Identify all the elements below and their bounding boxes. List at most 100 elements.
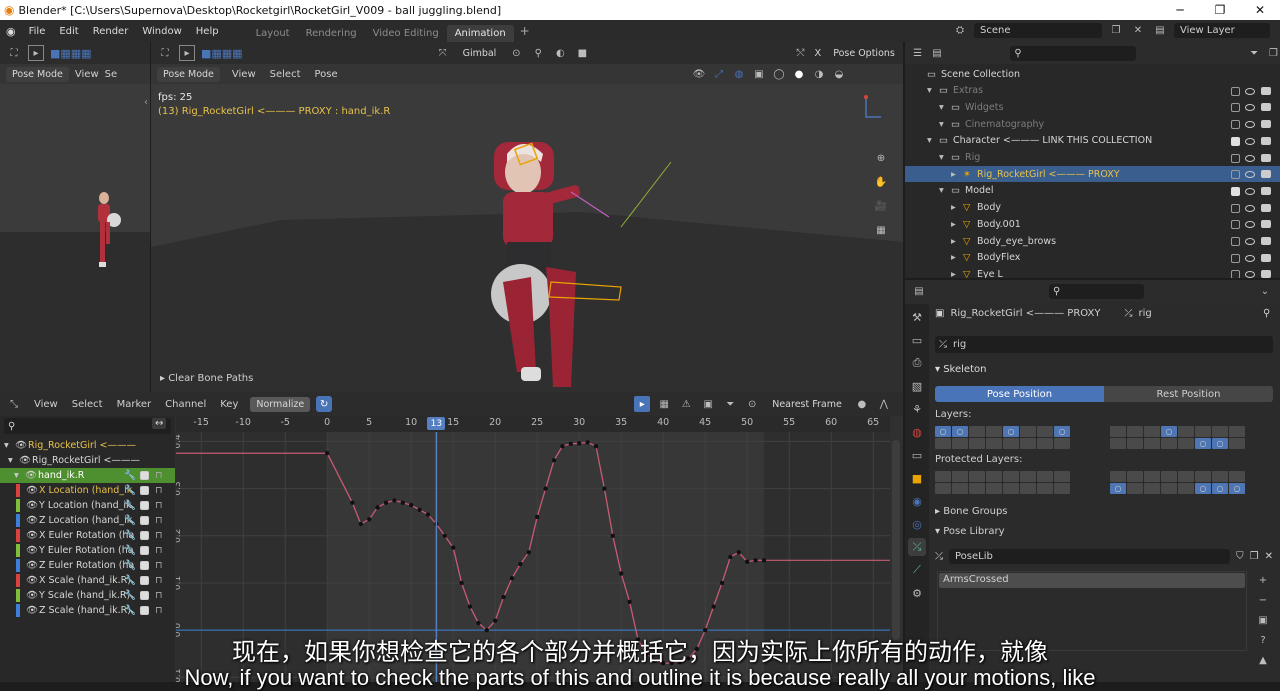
- armature-name-field[interactable]: ⤰ rig: [935, 336, 1273, 353]
- layer-cell[interactable]: [969, 483, 985, 494]
- visibility-eye-icon[interactable]: [1245, 238, 1255, 245]
- render-camera-icon[interactable]: [1261, 270, 1271, 278]
- layer-cell[interactable]: [1161, 483, 1177, 494]
- layer-cell[interactable]: ○: [1054, 426, 1070, 437]
- poselib-field[interactable]: PoseLib: [949, 549, 1231, 564]
- render-camera-icon[interactable]: [1261, 186, 1271, 195]
- lock-icon[interactable]: ⊓: [155, 590, 162, 601]
- expand-arrow-icon[interactable]: ▾: [927, 85, 932, 96]
- keyframe-point[interactable]: [619, 571, 624, 576]
- keyframe-point[interactable]: [476, 620, 481, 626]
- layer-cell[interactable]: ○: [1195, 483, 1211, 494]
- layer-cell[interactable]: [952, 471, 968, 482]
- minimize-button[interactable]: ─: [1160, 0, 1200, 20]
- layer-cell[interactable]: [986, 426, 1002, 437]
- layer-cell[interactable]: [1229, 438, 1245, 449]
- pan-hand-icon[interactable]: ✋: [873, 174, 889, 190]
- tab-rendering[interactable]: Rendering: [298, 25, 365, 42]
- outliner-item[interactable]: ▸ ▽ Body_eye_brows: [905, 233, 1280, 249]
- fake-user-shield-icon[interactable]: ⛉: [1236, 551, 1244, 562]
- camera-view-icon[interactable]: 🎥: [873, 198, 889, 214]
- layer-cell[interactable]: [1003, 471, 1019, 482]
- mute-checkbox[interactable]: [140, 591, 149, 600]
- layer-cell[interactable]: [1144, 483, 1160, 494]
- pose-position-button[interactable]: Pose Position: [935, 386, 1104, 402]
- keyframe-point[interactable]: [551, 458, 557, 463]
- layer-cell[interactable]: [1212, 471, 1228, 482]
- outliner-item[interactable]: ▸ ▽ Body.001: [905, 216, 1280, 232]
- exclude-checkbox[interactable]: [1231, 120, 1240, 130]
- visibility-eye-icon[interactable]: [1245, 187, 1255, 195]
- mute-checkbox[interactable]: [140, 516, 149, 525]
- layer-cell[interactable]: [1110, 426, 1126, 437]
- camera-view-menu[interactable]: View: [75, 69, 99, 80]
- keyframe-point[interactable]: [577, 441, 582, 446]
- filter-icon[interactable]: ⏷: [1247, 45, 1260, 61]
- channel-row[interactable]: ▾ 👁Rig_RocketGirl <——— PRO: [0, 438, 175, 453]
- layer-cell[interactable]: ○: [1212, 483, 1228, 494]
- expand-arrow-icon[interactable]: ▸: [951, 202, 956, 213]
- modifier-wrench-icon[interactable]: 🔧: [124, 515, 136, 526]
- layer-cell[interactable]: [1212, 426, 1228, 437]
- box-select-icon[interactable]: ▦: [656, 396, 672, 412]
- pivot-icon[interactable]: ⊙: [744, 396, 760, 412]
- exclude-checkbox[interactable]: [1231, 170, 1240, 180]
- keyframe-point[interactable]: [761, 558, 767, 563]
- channel-row[interactable]: 👁 X Euler Rotation (ha 🔧 ⊓: [0, 528, 175, 543]
- modifier-wrench-icon[interactable]: 🔧: [124, 560, 136, 571]
- layer-cell[interactable]: [1127, 471, 1143, 482]
- tool-tab-icon[interactable]: ⚒: [908, 308, 926, 326]
- keyframe-point[interactable]: [400, 500, 405, 505]
- view-layer-field[interactable]: View Layer: [1174, 22, 1270, 38]
- layer-cell[interactable]: [986, 471, 1002, 482]
- visibility-eye-icon[interactable]: 👁: [26, 590, 38, 601]
- layer-cell[interactable]: ○: [1161, 426, 1177, 437]
- new-collection-icon[interactable]: ❐: [1267, 45, 1280, 61]
- keyframe-point[interactable]: [518, 561, 523, 567]
- scene-icon[interactable]: ⛭: [952, 22, 968, 38]
- keyframe-point[interactable]: [451, 545, 456, 550]
- disclosure-triangle-icon[interactable]: ▾: [8, 455, 13, 466]
- keyframe-point[interactable]: [375, 505, 380, 510]
- blender-menu-icon[interactable]: ◉: [0, 25, 22, 38]
- keyframe-point[interactable]: [535, 514, 540, 520]
- visibility-eye-icon[interactable]: 👁: [25, 470, 37, 481]
- editor-type-icon[interactable]: ⤡: [6, 396, 22, 412]
- layer-cell[interactable]: [1127, 483, 1143, 494]
- layer-cell[interactable]: [1178, 438, 1194, 449]
- keyframe-point[interactable]: [325, 451, 330, 456]
- visibility-eye-icon[interactable]: [1245, 154, 1255, 162]
- channel-row[interactable]: 👁 Z Euler Rotation (ha 🔧 ⊓: [0, 558, 175, 573]
- keyframe-point[interactable]: [728, 554, 733, 560]
- keyframe-point[interactable]: [627, 599, 632, 605]
- view-layer-icon[interactable]: ▤: [1152, 22, 1168, 38]
- new-view-layer-icon[interactable]: ❐: [1276, 22, 1280, 38]
- layer-cell[interactable]: [1178, 483, 1194, 494]
- layer-cell[interactable]: [952, 438, 968, 449]
- normalize-toggle[interactable]: Normalize: [250, 396, 311, 412]
- layer-cell[interactable]: [1037, 426, 1053, 437]
- chevron-down-icon[interactable]: ⌄: [1257, 283, 1273, 299]
- camera-select-menu[interactable]: Se: [105, 69, 118, 80]
- keyframe-point[interactable]: [585, 440, 590, 445]
- modifier-wrench-icon[interactable]: 🔧: [124, 575, 136, 586]
- visibility-eye-icon[interactable]: 👁: [26, 575, 38, 586]
- apply-pose-icon[interactable]: ▣: [1255, 612, 1271, 628]
- layer-cell[interactable]: [1127, 438, 1143, 449]
- layer-cell[interactable]: [1161, 438, 1177, 449]
- render-camera-icon[interactable]: [1261, 220, 1271, 229]
- layer-cell[interactable]: [1020, 471, 1036, 482]
- new-scene-icon[interactable]: ❐: [1108, 22, 1124, 38]
- lock-icon[interactable]: ⊓: [155, 575, 162, 586]
- render-camera-icon[interactable]: [1261, 136, 1271, 145]
- lock-icon[interactable]: ⊓: [155, 500, 162, 511]
- expand-arrow-icon[interactable]: ▸: [951, 252, 956, 263]
- layer-cell[interactable]: [1144, 438, 1160, 449]
- visibility-eye-icon[interactable]: [1245, 121, 1255, 129]
- channel-row[interactable]: ▾ 👁Rig_RocketGirl <——— PROXYAc: [0, 453, 175, 468]
- layer-cell[interactable]: [1037, 471, 1053, 482]
- frame-ruler[interactable]: -15 -10 -5 0 5 10 1315 20 25 30 35 40 45 50 55 60 65: [176, 416, 890, 432]
- channel-row[interactable]: 👁 Y Location (hand_ik 🔧 ⊓: [0, 498, 175, 513]
- pose-library-panel-header[interactable]: ▾ Pose Library: [935, 526, 1005, 537]
- channel-row[interactable]: 👁 Z Location (hand_ik 🔧 ⊓: [0, 513, 175, 528]
